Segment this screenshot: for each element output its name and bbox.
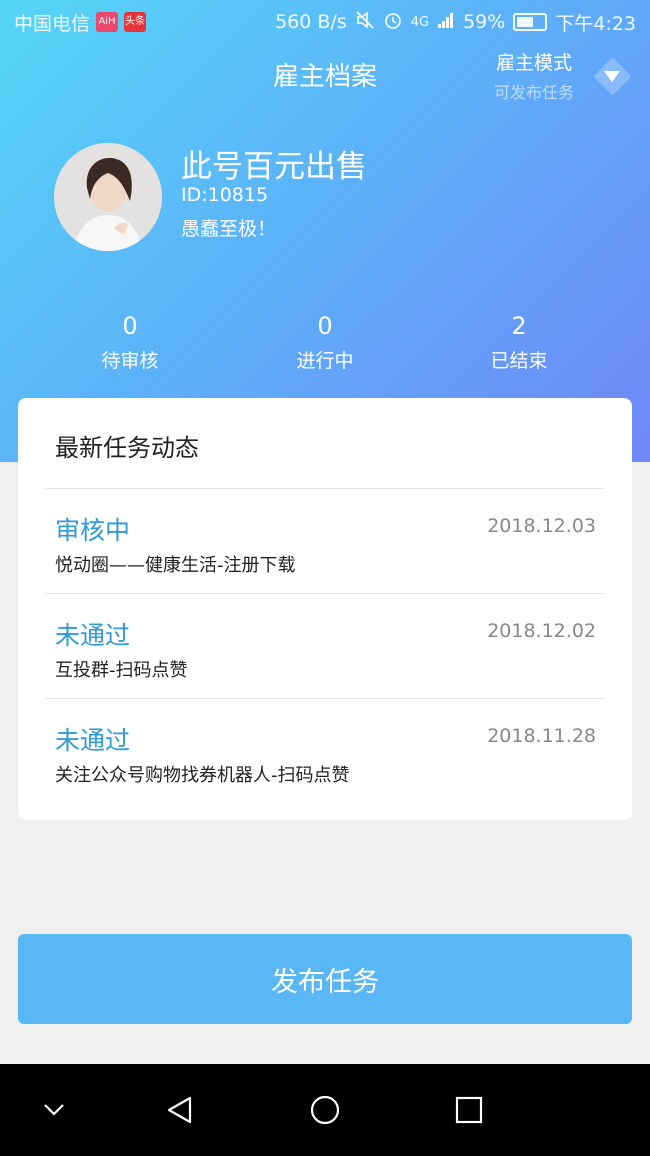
task-desc: 互投群-扫码点赞 [55,660,188,681]
mode-dropdown-icon[interactable] [593,57,631,95]
latest-tasks-card: 最新任务动态 审核中 2018.12.03 悦动圈——健康生活-注册下载 未通过… [18,398,632,820]
profile-name: 此号百元出售 [181,149,367,185]
stat-label: 进行中 [296,350,354,372]
stat-label: 待审核 [101,350,159,372]
avatar[interactable] [54,143,162,251]
task-date: 2018.12.02 [487,620,596,642]
signal-icon [437,11,455,34]
battery-percent: 59% [463,11,506,33]
home-circle-icon[interactable] [305,1090,345,1130]
mode-label: 雇主模式 [495,52,572,74]
task-desc: 悦动圈——健康生活-注册下载 [55,555,296,576]
profile-id: ID:10815 [181,184,269,206]
network-type: 4G [410,14,430,30]
task-date: 2018.12.03 [487,515,596,537]
stat-value: 2 [511,312,527,340]
stat-value: 0 [122,312,138,340]
mode-switch[interactable]: 雇主模式 可发布任务 [484,48,584,103]
task-status: 未通过 [55,726,131,755]
app-notification-icon: AiH [96,12,119,32]
card-title: 最新任务动态 [55,434,199,462]
system-nav-bar [0,1064,650,1156]
task-date: 2018.11.28 [487,725,596,747]
back-triangle-icon[interactable] [160,1090,200,1130]
task-row[interactable]: 审核中 2018.12.03 悦动圈——健康生活-注册下载 [45,488,605,593]
task-status: 未通过 [55,621,131,650]
stat-value: 0 [317,312,333,340]
toutiao-notification-icon: 头条 [124,12,147,32]
battery-icon [513,13,548,31]
stat-finished[interactable]: 2 已结束 [459,312,579,373]
task-row[interactable]: 未通过 2018.11.28 关注公众号购物找券机器人-扫码点赞 [45,698,605,803]
stat-in-progress[interactable]: 0 进行中 [265,312,385,373]
recent-square-icon[interactable] [449,1090,489,1130]
publish-task-button[interactable]: 发布任务 [18,934,632,1024]
stat-label: 已结束 [490,350,548,372]
task-status: 审核中 [55,516,131,545]
carrier-label: 中国电信 [14,12,91,35]
mode-subtitle: 可发布任务 [493,83,574,102]
task-desc: 关注公众号购物找券机器人-扫码点赞 [55,765,350,786]
mute-icon [355,10,375,35]
chevron-down-icon[interactable] [34,1090,74,1130]
task-row[interactable]: 未通过 2018.12.02 互投群-扫码点赞 [45,593,605,698]
network-speed: 560 B/s [275,11,347,33]
clock: 下午4:23 [555,12,636,35]
profile-bio: 愚蠢至极！ [181,218,277,240]
alarm-icon [383,10,403,35]
status-bar: 中国电信 AiH 头条 560 B/s 4G 59% 下午4:23 [0,0,650,44]
stat-pending[interactable]: 0 待审核 [70,312,190,373]
